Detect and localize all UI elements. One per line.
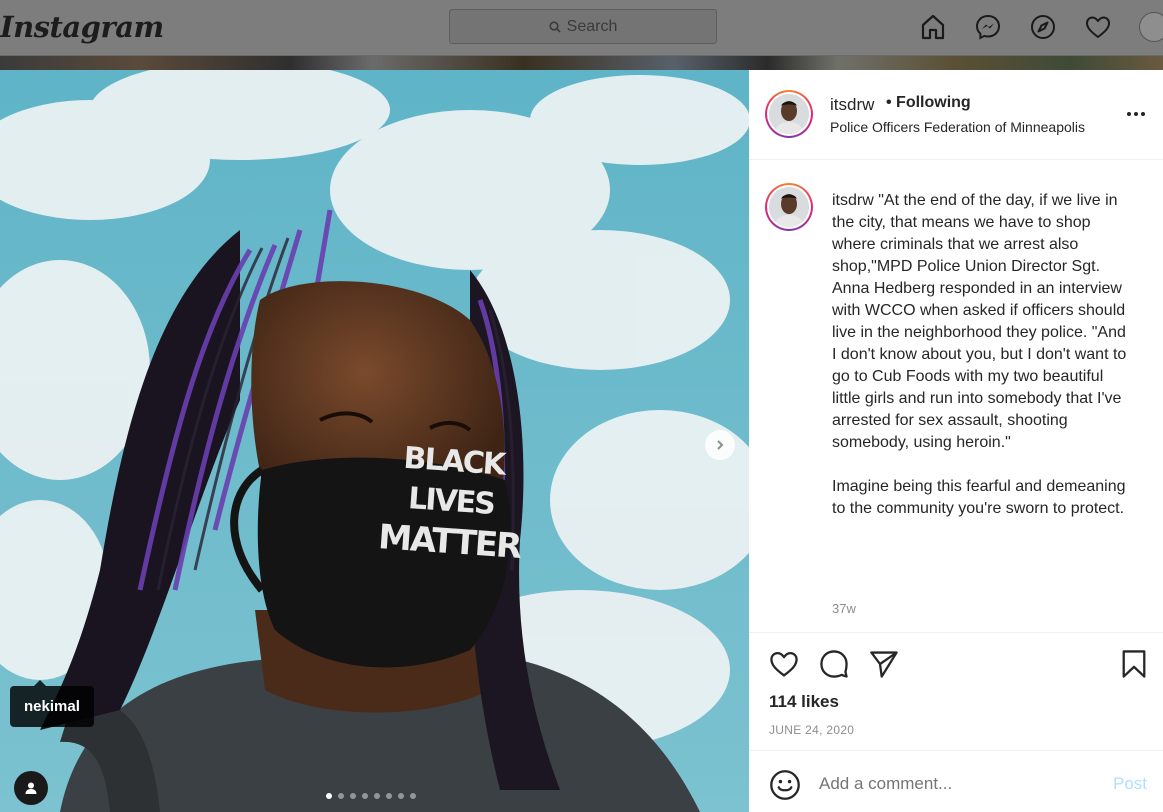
carousel-dot bbox=[374, 793, 380, 799]
post-date[interactable]: JUNE 24, 2020 bbox=[769, 723, 854, 737]
caption-username[interactable]: itsdrw bbox=[832, 192, 874, 209]
next-image-button[interactable] bbox=[705, 430, 735, 460]
carousel-dot bbox=[386, 793, 392, 799]
activity-heart-icon[interactable] bbox=[1082, 11, 1114, 43]
carousel-dot bbox=[326, 793, 332, 799]
photo-image bbox=[0, 70, 749, 812]
more-options-icon[interactable] bbox=[1124, 106, 1148, 122]
post-header: itsdrw • Following Police Officers Feder… bbox=[749, 70, 1163, 160]
carousel-indicators bbox=[326, 793, 416, 799]
top-nav: Instagram Search bbox=[0, 0, 1163, 56]
messenger-icon[interactable] bbox=[972, 11, 1004, 43]
author-avatar[interactable] bbox=[765, 90, 813, 138]
caption-text: "At the end of the day, if we live in th… bbox=[832, 192, 1127, 517]
mask-text: BLACK LIVES MATTER bbox=[377, 437, 525, 567]
comment-input[interactable] bbox=[819, 774, 1099, 794]
search-icon bbox=[549, 20, 561, 33]
post-timestamp[interactable]: 37w bbox=[832, 601, 856, 616]
post-comment-button[interactable]: Post bbox=[1113, 774, 1147, 794]
caption-author-avatar[interactable] bbox=[765, 183, 813, 231]
search-placeholder: Search bbox=[566, 17, 618, 35]
caption-body: itsdrw "At the end of the day, if we liv… bbox=[832, 190, 1132, 520]
carousel-dot bbox=[398, 793, 404, 799]
save-bookmark-icon[interactable] bbox=[1117, 647, 1151, 681]
search-input[interactable]: Search bbox=[449, 9, 717, 44]
post-photo[interactable]: BLACK LIVES MATTER nekimal bbox=[0, 70, 749, 812]
following-button[interactable]: • Following bbox=[886, 94, 971, 112]
background-feed-strip bbox=[0, 56, 1163, 70]
post-location[interactable]: Police Officers Federation of Minneapoli… bbox=[830, 119, 1085, 135]
post-detail-panel: itsdrw • Following Police Officers Feder… bbox=[749, 70, 1163, 812]
emoji-icon[interactable] bbox=[769, 769, 801, 806]
like-heart-icon[interactable] bbox=[767, 647, 801, 681]
carousel-dot bbox=[410, 793, 416, 799]
instagram-logo[interactable]: Instagram bbox=[0, 10, 164, 44]
post-caption: itsdrw "At the end of the day, if we liv… bbox=[749, 161, 1163, 631]
share-send-icon[interactable] bbox=[867, 647, 901, 681]
post-actions: 114 likes JUNE 24, 2020 bbox=[749, 632, 1163, 750]
comment-bubble-icon[interactable] bbox=[817, 647, 851, 681]
carousel-dot bbox=[362, 793, 368, 799]
carousel-dot bbox=[350, 793, 356, 799]
mask-text-line1: BLACK LIVES bbox=[402, 440, 506, 522]
likes-count[interactable]: 114 likes bbox=[769, 692, 839, 712]
explore-compass-icon[interactable] bbox=[1027, 11, 1059, 43]
author-username[interactable]: itsdrw bbox=[830, 95, 874, 115]
profile-avatar[interactable] bbox=[1139, 12, 1163, 42]
chevron-right-icon bbox=[717, 440, 724, 450]
tagged-user-label[interactable]: nekimal bbox=[10, 680, 94, 727]
home-icon[interactable] bbox=[917, 11, 949, 43]
carousel-dot bbox=[338, 793, 344, 799]
tags-user-icon[interactable] bbox=[14, 771, 48, 805]
comment-bar: Post bbox=[749, 750, 1163, 812]
